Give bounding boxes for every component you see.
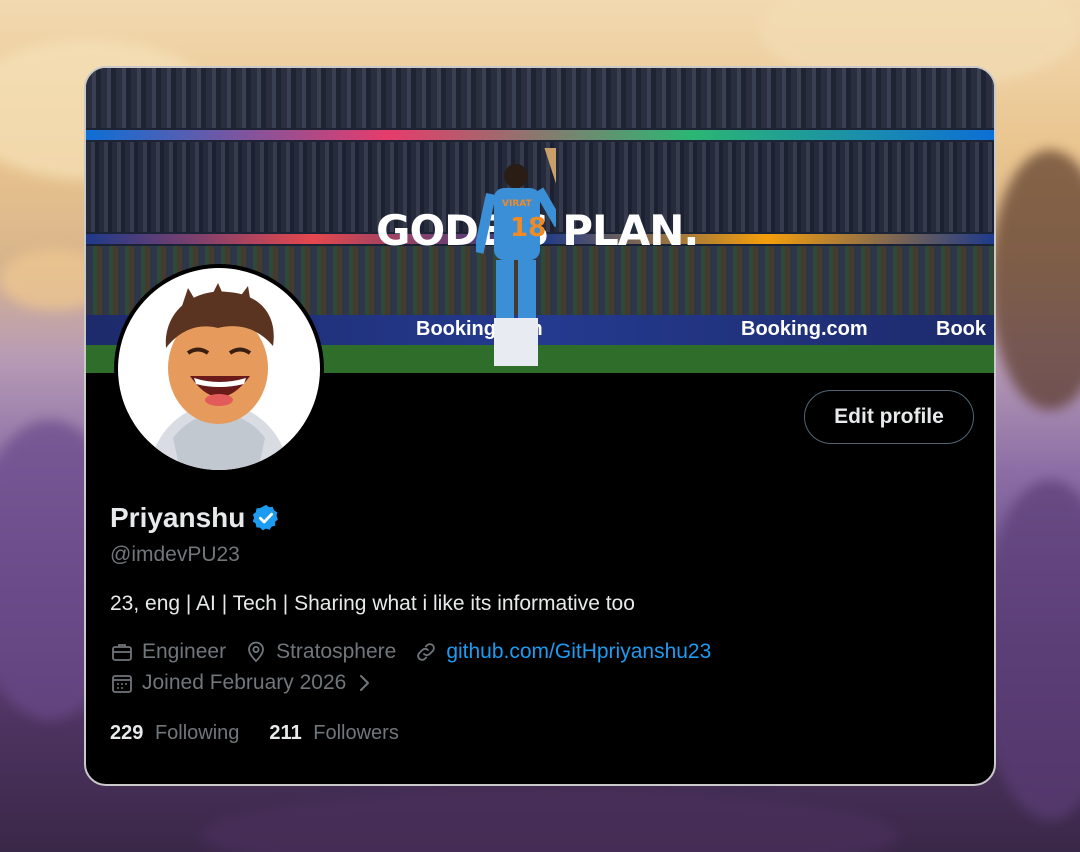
followers-link[interactable]: 211 Followers [269, 722, 398, 745]
joined-row[interactable]: Joined February 2026 [110, 671, 394, 695]
ad-text: Booking.com [741, 318, 868, 340]
ad-text: Book [936, 318, 986, 340]
website-item[interactable]: github.com/GitHpriyanshu23 [414, 640, 711, 664]
edit-profile-button[interactable]: Edit profile [804, 390, 974, 444]
website-link[interactable]: github.com/GitHpriyanshu23 [446, 640, 711, 664]
followers-count: 211 [269, 722, 302, 744]
display-name: Priyanshu [110, 502, 246, 533]
name-row: Priyanshu [110, 502, 281, 534]
following-link[interactable]: 229 Following [110, 722, 239, 745]
link-icon [417, 643, 436, 661]
stand-stripe [86, 130, 994, 140]
joined-text: Joined February 2026 [142, 671, 347, 694]
crowd-upper [86, 68, 994, 128]
bio-text: 23, eng | AI | Tech | Sharing what i lik… [110, 592, 635, 615]
profession-item: Engineer [110, 640, 226, 664]
avatar[interactable] [114, 264, 324, 474]
following-label: Following [154, 722, 240, 744]
joined-item[interactable]: Joined February 2026 [110, 671, 376, 695]
player-number: 18 [510, 213, 546, 243]
cricketer-figure: 18 VIRAT [476, 148, 556, 366]
player-name: VIRAT [502, 199, 533, 209]
verified-badge-icon[interactable] [251, 503, 281, 533]
profile-meta-row: Engineer Stratosphere github.com/GitHpri… [110, 640, 729, 664]
following-count: 229 [110, 722, 144, 744]
location-item: Stratosphere [244, 640, 396, 664]
briefcase-icon [112, 644, 132, 661]
user-handle: @imdevPU23 [110, 543, 240, 566]
location-text: Stratosphere [276, 640, 397, 663]
location-pin-icon [248, 641, 264, 663]
avatar-image [118, 268, 320, 470]
follow-stats: 229 Following 211 Followers [110, 722, 429, 745]
profession-text: Engineer [142, 640, 227, 663]
calendar-icon [112, 675, 132, 693]
chevron-right-icon[interactable] [352, 671, 376, 695]
followers-label: Followers [313, 722, 399, 744]
profile-card: GODE S PLAN. Booking.com Booking.com Boo… [84, 66, 996, 786]
